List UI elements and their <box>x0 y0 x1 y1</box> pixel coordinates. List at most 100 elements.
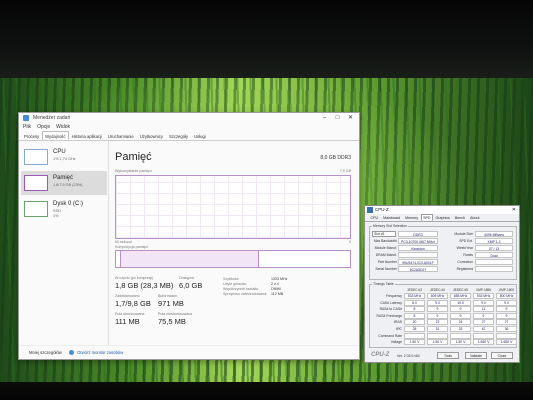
tab-details[interactable]: Szczegóły <box>166 131 191 140</box>
spd-value: 07 / 13 <box>475 245 513 251</box>
tab-performance[interactable]: Wydajność <box>42 131 69 140</box>
tab-startup[interactable]: Uruchamianie <box>105 131 137 140</box>
task-manager-window: Menedżer zadań – □ ✕ Plik Opcje Widok Pr… <box>18 112 360 360</box>
validate-button[interactable]: Validate <box>465 352 487 359</box>
sidebar-item-detail: 1,8/7,9 GB (23%) <box>53 183 83 187</box>
cpuz-logo: CPU-Z <box>371 352 390 358</box>
nonpaged-pool-label: Pula niestronicowana <box>158 312 193 316</box>
spd-label: DRAM Manuf. <box>375 253 397 257</box>
cached-label: Buforowane <box>158 294 178 298</box>
resource-monitor-link[interactable]: Otwórz monitor zasobów <box>77 350 123 355</box>
menu-options[interactable]: Opcje <box>37 123 50 131</box>
composition-in-use <box>120 251 259 267</box>
timing-column-header: XMP-1866 <box>475 288 492 292</box>
spd-value <box>398 252 438 258</box>
cpuz-app-icon <box>367 207 373 213</box>
tab-cpu[interactable]: CPU <box>368 214 381 221</box>
tab-memory[interactable]: Memory <box>403 214 421 221</box>
timing-cell: 685 MHz <box>450 293 471 299</box>
timing-cell: 9.0 <box>496 299 517 306</box>
in-use-label: W użyciu (po kompresji) <box>115 276 154 280</box>
timing-cell: 9 <box>450 306 471 313</box>
spd-label: SPD Ext. <box>459 239 473 243</box>
sidebar-item-disk[interactable]: Dysk 0 (C:) SSD 1% <box>21 197 107 221</box>
timing-cell: 36 <box>496 326 517 332</box>
timing-column-header: JEDEC #4 <box>430 288 445 292</box>
tab-bench[interactable]: Bench <box>452 214 467 221</box>
timing-cell: 9 <box>450 312 471 319</box>
timing-row-label: tRC <box>396 327 402 331</box>
tab-app-history[interactable]: Historia aplikacji <box>69 131 105 140</box>
sidebar-item-memory[interactable]: Pamięć 1,8/7,9 GB (23%) <box>21 171 107 195</box>
close-button[interactable]: Close <box>491 352 513 359</box>
sidebar-item-cpu[interactable]: CPU 1% 1,74 GHz <box>21 145 107 169</box>
tab-users[interactable]: Użytkownicy <box>137 131 166 140</box>
tab-processes[interactable]: Procesy <box>21 131 42 140</box>
timing-cell: 10.0 <box>450 299 471 306</box>
timing-cell: 27 <box>473 319 494 326</box>
timing-cell: 31 <box>427 326 448 332</box>
tab-mainboard[interactable]: Mainboard <box>381 214 403 221</box>
menu-view[interactable]: Widok <box>56 123 70 131</box>
memory-panel: Pamięć 8,0 GB DDR3 Wykorzystanie pamięci… <box>113 141 353 345</box>
nonpaged-pool-value: 75,5 MB <box>158 317 186 326</box>
status-footer: Mniej szczegółów Otwórz monitor zasobów <box>19 345 359 359</box>
close-icon[interactable]: ✕ <box>512 206 516 214</box>
graph-time: 60 sekund <box>115 240 132 244</box>
spd-label: Part Number <box>377 260 397 264</box>
tools-button[interactable]: Tools <box>437 352 459 359</box>
resource-monitor-icon <box>69 350 74 356</box>
spd-value: PC3-10700 (667 MHz) <box>398 238 438 244</box>
timing-cell: 9 <box>427 312 448 319</box>
memory-capacity: 8,0 GB DDR3 <box>320 155 351 161</box>
spd-label: Max Bandwidth <box>373 239 397 243</box>
menu-file[interactable]: Plik <box>23 123 31 131</box>
spd-value: 6C2A5D27 <box>398 266 438 272</box>
cpuz-tab-bar: CPU Mainboard Memory SPD Graphics Bench … <box>365 214 519 222</box>
timing-row-label: RAS# Precharge <box>376 313 402 318</box>
timings-group-title: Timings Table <box>372 282 395 286</box>
spd-value: XMP 1.2 <box>475 238 513 244</box>
timing-cell <box>450 332 471 339</box>
spd-value: Dual <box>475 252 513 258</box>
tab-services[interactable]: Usługi <box>191 131 209 140</box>
monitor-bottom-bezel <box>0 382 533 400</box>
graph-max: 7,9 GB <box>339 169 351 173</box>
minimize-button[interactable]: – <box>318 113 331 123</box>
cpuz-footer: CPU-Z Ver. 2.03.0.x64 Tools Validate Clo… <box>365 350 519 362</box>
timing-cell: 22 <box>427 319 448 326</box>
info-value: 1333 MHz <box>271 277 288 281</box>
fewer-details-link[interactable]: Mniej szczegółów <box>29 350 62 355</box>
in-use-value: 1,8 GB (28,3 MB) <box>115 281 174 290</box>
timing-row-label: RAS# to CAS# <box>379 307 402 312</box>
graph-label: Wykorzystanie pamięci <box>115 169 152 173</box>
tab-graphics[interactable]: Graphics <box>433 214 452 221</box>
info-key: Sprzętowo zarezerwowana: <box>223 292 268 296</box>
timing-cell <box>473 332 494 339</box>
tab-spd[interactable]: SPD <box>420 214 433 221</box>
spd-label: Module Size <box>454 232 473 236</box>
timing-cell: 9 <box>427 306 448 313</box>
timing-cell: 20 <box>404 319 425 326</box>
timing-cell: 800 MHz <box>496 293 517 299</box>
maximize-button[interactable]: □ <box>331 113 344 123</box>
timing-row-label: Voltage <box>390 340 402 345</box>
cpuz-window: CPU-Z ✕ CPU Mainboard Memory SPD Graphic… <box>364 205 520 363</box>
sidebar-item-detail: SSD <box>53 209 61 213</box>
tab-about[interactable]: About <box>468 214 482 221</box>
spd-label: Serial Number <box>375 267 397 271</box>
timing-cell <box>404 332 425 339</box>
spd-value <box>475 266 513 272</box>
timing-cell: 9.0 <box>473 299 494 306</box>
info-value: DIMM <box>271 287 281 291</box>
graph-min: 0 <box>349 240 351 244</box>
slot-select[interactable]: Slot #1 <box>372 231 396 237</box>
close-button[interactable]: ✕ <box>344 113 357 123</box>
timing-row-label: tRAS <box>394 320 402 325</box>
timing-cell: 933 MHz <box>473 293 494 299</box>
available-value: 6,0 GB <box>179 281 203 290</box>
spd-label: Correction <box>457 260 473 264</box>
timing-row-label: Command Rate <box>378 333 402 338</box>
timing-cell: 9 <box>496 306 517 313</box>
timing-column-header: JEDEC #5 <box>453 288 468 292</box>
